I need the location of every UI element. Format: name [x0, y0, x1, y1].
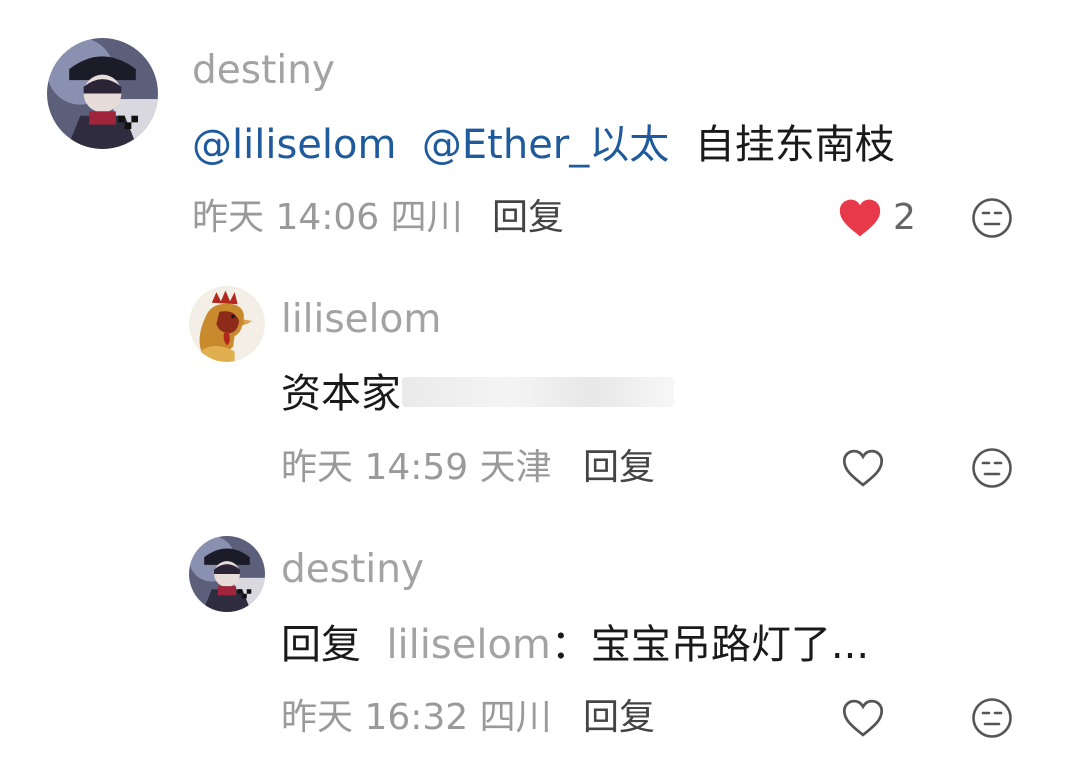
heart-icon[interactable] — [841, 447, 885, 489]
redacted-text — [402, 377, 674, 407]
comment-location: 天津 — [479, 447, 552, 488]
comment-username[interactable]: liliselom — [281, 300, 441, 339]
neutral-face-icon[interactable] — [971, 197, 1013, 239]
comment-body: 宝宝吊路灯了... — [590, 622, 870, 668]
comment-meta: 昨天 14:59 天津 — [281, 450, 552, 486]
neutral-face-icon[interactable] — [971, 447, 1013, 489]
avatar-destiny[interactable] — [189, 536, 265, 612]
comment-meta: 昨天 14:06 四川 — [192, 200, 463, 236]
avatar-destiny[interactable] — [47, 38, 158, 149]
comment-date: 昨天 14:06 — [192, 197, 380, 238]
heart-icon[interactable] — [841, 697, 885, 739]
avatar-liliselom[interactable] — [189, 286, 265, 362]
reply-button[interactable]: 回复 — [583, 450, 655, 486]
reply-prefix: 回复 — [281, 622, 361, 668]
comment-username[interactable]: destiny — [192, 51, 335, 90]
comment-text: @liliselom @Ether_以太 自挂东南枝 — [192, 125, 895, 165]
anime-character-avatar-icon — [189, 536, 265, 612]
comment-text: 资本家 — [281, 374, 401, 414]
neutral-face-icon[interactable] — [971, 697, 1013, 739]
comment-location: 四川 — [390, 197, 463, 238]
separator: ： — [550, 622, 591, 668]
quoted-username[interactable]: liliselom — [386, 622, 550, 668]
reply-button[interactable]: 回复 — [583, 700, 655, 736]
comment-location: 四川 — [479, 697, 552, 738]
comment-text: 回复 liliselom：宝宝吊路灯了... — [281, 625, 869, 665]
rooster-avatar-icon — [189, 286, 265, 362]
comment-body: 资本家 — [281, 371, 401, 417]
comment-username[interactable]: destiny — [281, 550, 424, 589]
comment-body: 自挂东南枝 — [694, 122, 895, 168]
mention-link[interactable]: @Ether_以太 — [422, 122, 669, 168]
like-count: 2 — [893, 197, 916, 238]
comment-date: 昨天 14:59 — [281, 447, 469, 488]
mention-link[interactable]: @liliselom — [192, 122, 396, 168]
reply-button[interactable]: 回复 — [492, 200, 564, 236]
anime-character-avatar-icon — [47, 38, 158, 149]
comment-date: 昨天 16:32 — [281, 697, 469, 738]
heart-icon[interactable] — [838, 197, 882, 239]
comment-meta: 昨天 16:32 四川 — [281, 700, 552, 736]
